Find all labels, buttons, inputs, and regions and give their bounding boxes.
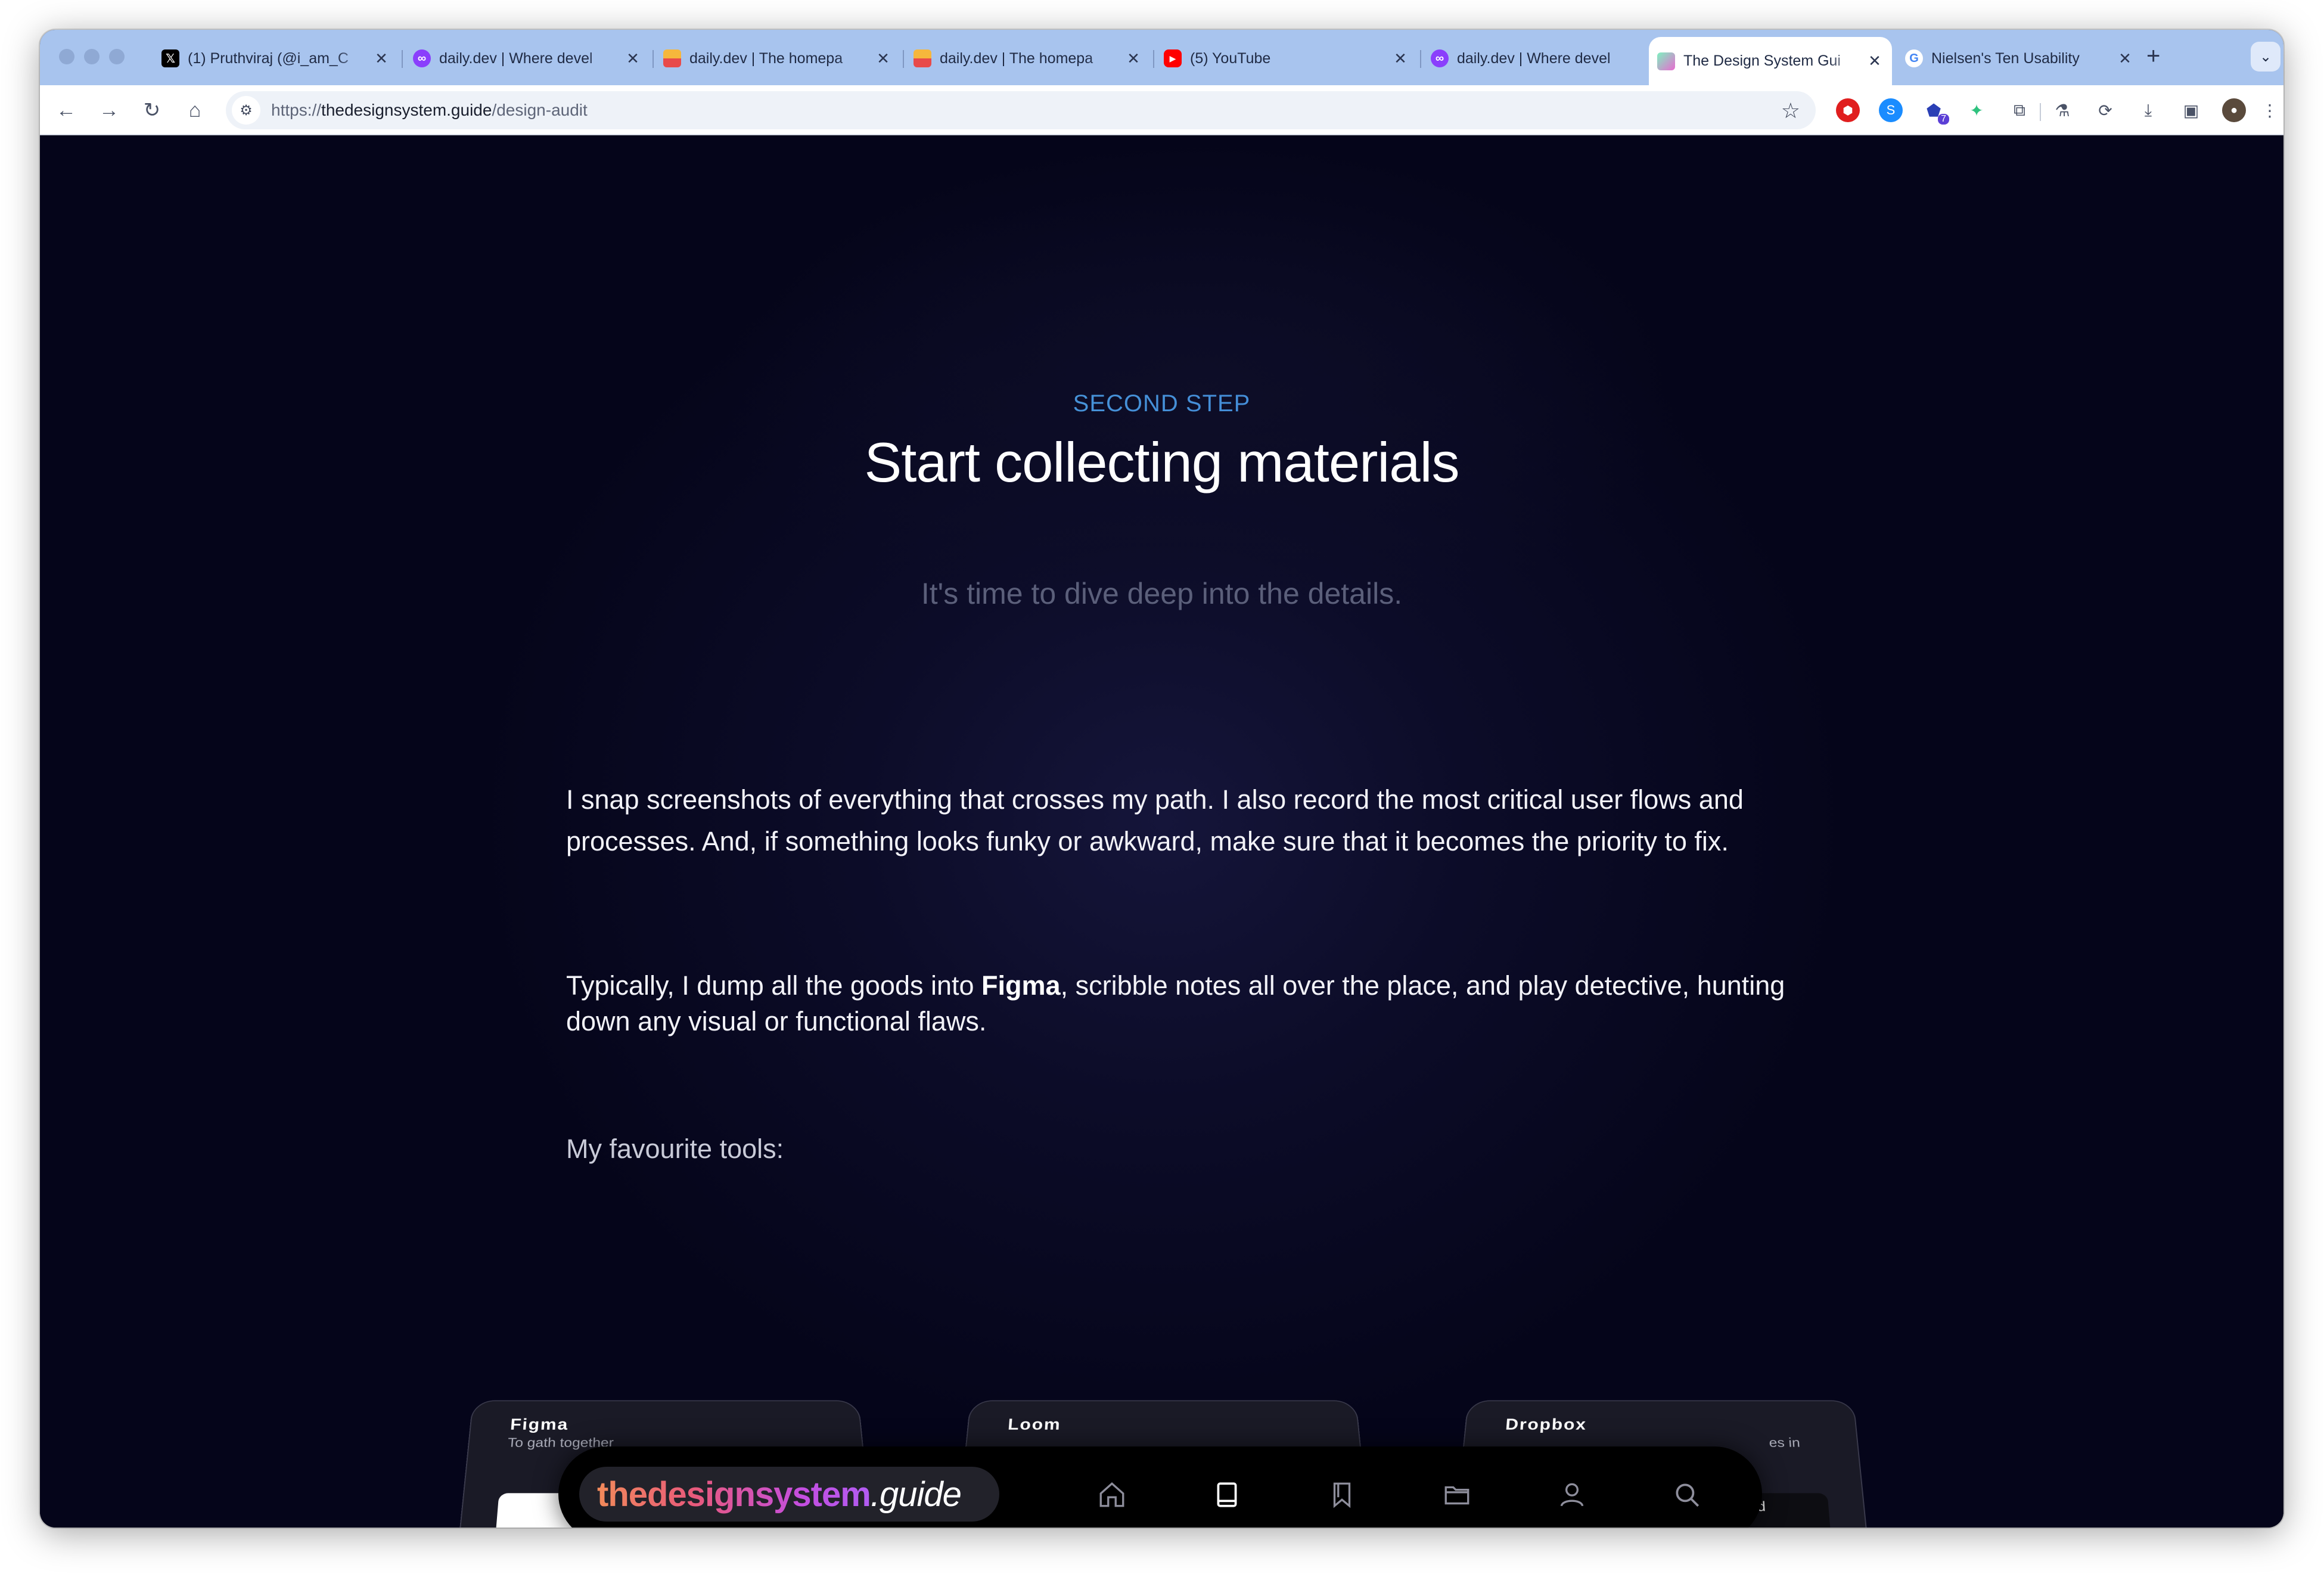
folder-icon[interactable] — [1440, 1477, 1474, 1512]
url-text: https://thedesignsystem.guide/design-aud… — [271, 101, 588, 119]
site-logo[interactable]: thedesignsystem .guide — [579, 1467, 999, 1522]
tab-title: (1) Pruthviraj (@i_am_C — [188, 49, 349, 67]
tab-close-icon[interactable]: ✕ — [1866, 52, 1884, 70]
window-minimize-button[interactable] — [84, 49, 100, 64]
home-icon[interactable]: ⌂ — [181, 96, 209, 125]
profile-avatar[interactable]: ● — [2222, 98, 2246, 122]
tab-separator — [903, 50, 904, 68]
puzzle-icon[interactable]: ⧉ — [2008, 98, 2031, 122]
bookmark-icon[interactable] — [1325, 1477, 1359, 1512]
tab-separator — [653, 50, 654, 68]
x-logo-icon: 𝕏 — [161, 49, 179, 67]
tab-separator — [402, 50, 403, 68]
toolbar-separator — [2040, 103, 2041, 121]
youtube-icon: ▶ — [1164, 49, 1182, 67]
tab-title: daily.dev | The homepa — [940, 49, 1093, 67]
sync-icon[interactable]: ⟳ — [2093, 98, 2117, 122]
download-icon[interactable]: ⤓ — [2136, 98, 2160, 122]
home-icon[interactable] — [1095, 1477, 1129, 1512]
browser-toolbar: ← → ↻ ⌂ ⚙ https://thedesignsystem.guide/… — [40, 85, 2283, 135]
tab-title: Nielsen's Ten Usability — [1931, 49, 2080, 67]
tab-item[interactable]: 𝕏 (1) Pruthviraj (@i_am_C ✕ — [153, 37, 399, 80]
tab-title: daily.dev | Where devel — [1457, 49, 1611, 67]
tab-separator — [1420, 50, 1421, 68]
tab-strip: 𝕏 (1) Pruthviraj (@i_am_C ✕ ∞ daily.dev … — [40, 30, 2283, 85]
bookmark-star-icon[interactable]: ☆ — [1781, 98, 1800, 123]
tab-separator — [1153, 50, 1154, 68]
page-content: SECOND STEP Start collecting materials I… — [40, 135, 2283, 1528]
body-paragraph: Typically, I dump all the goods into Fig… — [566, 970, 1785, 1036]
tab-item[interactable]: G Nielsen's Ten Usability ✕ — [1897, 37, 2142, 80]
back-arrow-icon[interactable]: ← — [52, 96, 80, 125]
sidepanel-icon[interactable]: ▣ — [2179, 98, 2203, 122]
tab-item[interactable]: daily.dev | The homepa ✕ — [905, 37, 1151, 80]
tab-close-icon[interactable]: ✕ — [2116, 49, 2134, 68]
flask-icon[interactable]: ⚗ — [2050, 98, 2074, 122]
shazam-icon[interactable]: S — [1879, 98, 1903, 122]
adblock-icon[interactable]: ⬢ — [1836, 98, 1860, 122]
window-close-button[interactable] — [59, 49, 74, 64]
hero-background — [695, 135, 1708, 701]
page-subtitle: It's time to dive deep into the details. — [921, 577, 1403, 610]
design-system-guide-icon — [1657, 52, 1675, 70]
user-icon[interactable] — [1555, 1477, 1589, 1512]
tab-title: (5) YouTube — [1190, 49, 1271, 67]
figma-highlight: Figma — [981, 970, 1061, 1001]
tab-item[interactable]: ∞ daily.dev | Where devel ✕ — [405, 37, 650, 80]
daily-dev-icon: ∞ — [1431, 49, 1449, 67]
tab-title: daily.dev | Where devel — [439, 49, 593, 67]
daily-dev-hat-icon — [914, 49, 931, 67]
site-info-icon[interactable]: ⚙ — [232, 96, 260, 125]
page-title: Start collecting materials — [864, 431, 1460, 493]
daily-dev-hat-icon — [663, 49, 681, 67]
tab-close-icon[interactable]: ✕ — [1391, 49, 1409, 68]
new-tab-icon[interactable]: + — [2146, 43, 2160, 70]
tab-item[interactable]: daily.dev | The homepa ✕ — [655, 37, 900, 80]
tools-label: My favourite tools: — [566, 1134, 784, 1164]
tool-description: es in — [1768, 1435, 1801, 1450]
reload-icon[interactable]: ↻ — [138, 96, 166, 125]
tool-name: Loom — [1007, 1415, 1062, 1433]
tab-close-icon[interactable]: ✕ — [874, 49, 892, 68]
tab-search-chevron-icon[interactable]: ⌄ — [2251, 42, 2280, 72]
tab-close-icon[interactable]: ✕ — [1124, 49, 1142, 68]
leaf-icon[interactable]: ✦ — [1965, 98, 1989, 122]
forward-arrow-icon[interactable]: → — [95, 96, 123, 125]
browser-window: 𝕏 (1) Pruthviraj (@i_am_C ✕ ∞ daily.dev … — [40, 30, 2283, 1528]
search-icon[interactable] — [1670, 1477, 1704, 1512]
step-eyebrow: SECOND STEP — [40, 390, 2283, 417]
tab-title: daily.dev | The homepa — [689, 49, 843, 67]
google-icon: G — [1905, 49, 1923, 67]
extension-badge-icon[interactable]: ⬟ 7 — [1922, 98, 1949, 125]
address-bar[interactable]: ⚙ https://thedesignsystem.guide/design-a… — [226, 91, 1816, 129]
tab-title: The Design System Gui — [1683, 52, 1841, 69]
tool-name: Figma — [509, 1415, 569, 1433]
kebab-menu-icon[interactable]: ⋮ — [2258, 98, 2282, 122]
tab-close-icon[interactable]: ✕ — [372, 49, 390, 68]
bottom-nav-dock: thedesignsystem .guide — [558, 1446, 1762, 1528]
tab-close-icon[interactable]: ✕ — [624, 49, 642, 68]
body-paragraph: I snap screenshots of everything that cr… — [566, 784, 1744, 856]
tab-item[interactable]: ∞ daily.dev | Where devel ✕ — [1422, 37, 1673, 80]
book-icon[interactable] — [1210, 1477, 1244, 1512]
tool-name: Dropbox — [1505, 1415, 1587, 1433]
daily-dev-icon: ∞ — [413, 49, 431, 67]
window-zoom-button[interactable] — [109, 49, 125, 64]
tab-item-active[interactable]: The Design System Gui ✕ — [1649, 37, 1892, 85]
tab-item[interactable]: ▶ (5) YouTube ✕ — [1155, 37, 1418, 80]
